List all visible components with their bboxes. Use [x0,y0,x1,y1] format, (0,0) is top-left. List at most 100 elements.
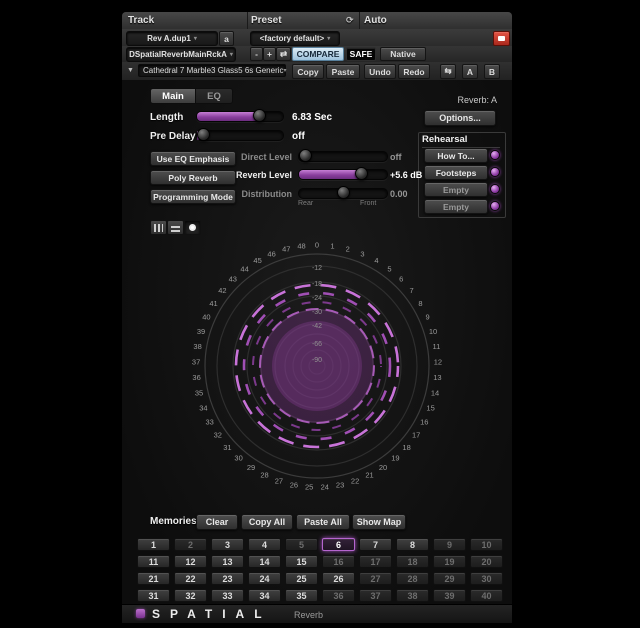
track-selector[interactable]: Rev A.dup1 ▾ [126,31,218,46]
memory-button-39[interactable]: 39 [433,589,466,602]
chevron-down-icon: ▾ [230,52,233,58]
slider-label-0: Direct Level [234,152,292,162]
memory-button-6[interactable]: 6 [322,538,355,551]
memory-button-10[interactable]: 10 [470,538,503,551]
memory-button-28[interactable]: 28 [396,572,429,585]
memory-button-4[interactable]: 4 [248,538,281,551]
slider-fill [299,170,361,179]
svg-text:45: 45 [253,256,261,265]
preset-selector[interactable]: <factory default> ▾ [250,31,340,46]
redo-button[interactable]: Redo [398,64,430,79]
memory-button-25[interactable]: 25 [285,572,318,585]
slider-knob[interactable] [299,149,312,162]
memory-button-34[interactable]: 34 [248,589,281,602]
slider-knob[interactable] [253,109,266,122]
svg-text:17: 17 [412,431,420,440]
memory-button-5[interactable]: 5 [285,538,318,551]
memory-button-2[interactable]: 2 [174,538,207,551]
rehearsal-led-icon-1[interactable] [490,167,500,177]
memory-button-13[interactable]: 13 [211,555,244,568]
swap-ab-icon[interactable]: ⇆ [440,64,456,79]
librarian-menu-icon[interactable]: ▼ [127,67,134,74]
distribution-slider[interactable] [298,188,388,199]
tab-main[interactable]: Main [150,88,196,104]
memory-button-27[interactable]: 27 [359,572,392,585]
memories-clear-button[interactable]: Clear [196,514,238,530]
memory-button-36[interactable]: 36 [322,589,355,602]
memory-button-19[interactable]: 19 [433,555,466,568]
memory-button-21[interactable]: 21 [137,572,170,585]
paste-button[interactable]: Paste [326,64,360,79]
slider-knob[interactable] [355,167,368,180]
memory-button-29[interactable]: 29 [433,572,466,585]
memory-button-7[interactable]: 7 [359,538,392,551]
direct-level-slider[interactable] [298,151,388,162]
track-mini-button[interactable]: a [219,31,234,46]
programming-mode-button[interactable]: Programming Mode [150,189,236,204]
memory-button-16[interactable]: 16 [322,555,355,568]
memory-button-12[interactable]: 12 [174,555,207,568]
memory-button-38[interactable]: 38 [396,589,429,602]
slider-value-1: +5.6 dB [390,170,450,180]
setting-b-button[interactable]: B [484,64,500,79]
memory-button-14[interactable]: 14 [248,555,281,568]
svg-text:43: 43 [229,275,237,284]
memory-button-40[interactable]: 40 [470,589,503,602]
chevron-down-icon: ▾ [327,36,330,42]
predelay-slider[interactable] [196,130,284,141]
rear-label: Rear [298,200,313,207]
memory-button-35[interactable]: 35 [285,589,318,602]
safe-button[interactable]: SAFE [346,47,376,61]
rehearsal-led-icon-2[interactable] [490,184,500,194]
native-button[interactable]: Native [380,47,426,61]
memory-button-9[interactable]: 9 [433,538,466,551]
copy-button[interactable]: Copy [292,64,324,79]
memory-button-37[interactable]: 37 [359,589,392,602]
rehearsal-button-3[interactable]: Empty [424,199,488,214]
options-button[interactable]: Options... [424,110,496,126]
memory-button-15[interactable]: 15 [285,555,318,568]
memory-button-23[interactable]: 23 [211,572,244,585]
memory-button-17[interactable]: 17 [359,555,392,568]
memories-paste-all-button[interactable]: Paste All [296,514,350,530]
slider-knob[interactable] [197,128,210,141]
length-slider[interactable] [196,111,284,122]
memory-button-33[interactable]: 33 [211,589,244,602]
target-icon [498,36,505,41]
rehearsal-led-icon-0[interactable] [490,150,500,160]
bypass-arrows-icon[interactable]: ⇄ [276,47,291,61]
memory-button-18[interactable]: 18 [396,555,429,568]
preset-recycle-icon[interactable]: ⟳ [346,15,354,26]
undo-button[interactable]: Undo [364,64,396,79]
memory-button-20[interactable]: 20 [470,555,503,568]
target-button[interactable] [493,31,510,46]
memory-button-22[interactable]: 22 [174,572,207,585]
memories-show-map-button[interactable]: Show Map [352,514,406,530]
view-bars-button[interactable] [150,220,167,235]
setting-a-button[interactable]: A [462,64,478,79]
tab-eq[interactable]: EQ [195,88,233,104]
brand-logo-icon [136,609,145,618]
memory-button-26[interactable]: 26 [322,572,355,585]
preset-librarian-selector[interactable]: Cathedral 7 Marble3 Glass5 6s Generic ▾ [138,64,286,77]
memory-button-8[interactable]: 8 [396,538,429,551]
reverb-level-slider[interactable] [298,169,388,180]
memory-button-30[interactable]: 30 [470,572,503,585]
memory-button-32[interactable]: 32 [174,589,207,602]
insert-selector[interactable]: DSpatialReverbMainRckA ▾ [126,47,236,62]
memory-button-11[interactable]: 11 [137,555,170,568]
memory-button-31[interactable]: 31 [137,589,170,602]
compare-button[interactable]: COMPARE [292,47,344,61]
plus-button[interactable]: + [263,47,276,61]
memory-button-3[interactable]: 3 [211,538,244,551]
minus-button[interactable]: - [250,47,263,61]
svg-text:21: 21 [365,471,373,480]
memory-button-1[interactable]: 1 [137,538,170,551]
memory-button-24[interactable]: 24 [248,572,281,585]
slider-knob[interactable] [337,186,350,199]
poly-reverb-button[interactable]: Poly Reverb [150,170,236,185]
svg-text:9: 9 [426,313,430,322]
rehearsal-led-icon-3[interactable] [490,201,500,211]
memories-copy-all-button[interactable]: Copy All [241,514,293,530]
use-eq-emphasis-button[interactable]: Use EQ Emphasis [150,151,236,166]
